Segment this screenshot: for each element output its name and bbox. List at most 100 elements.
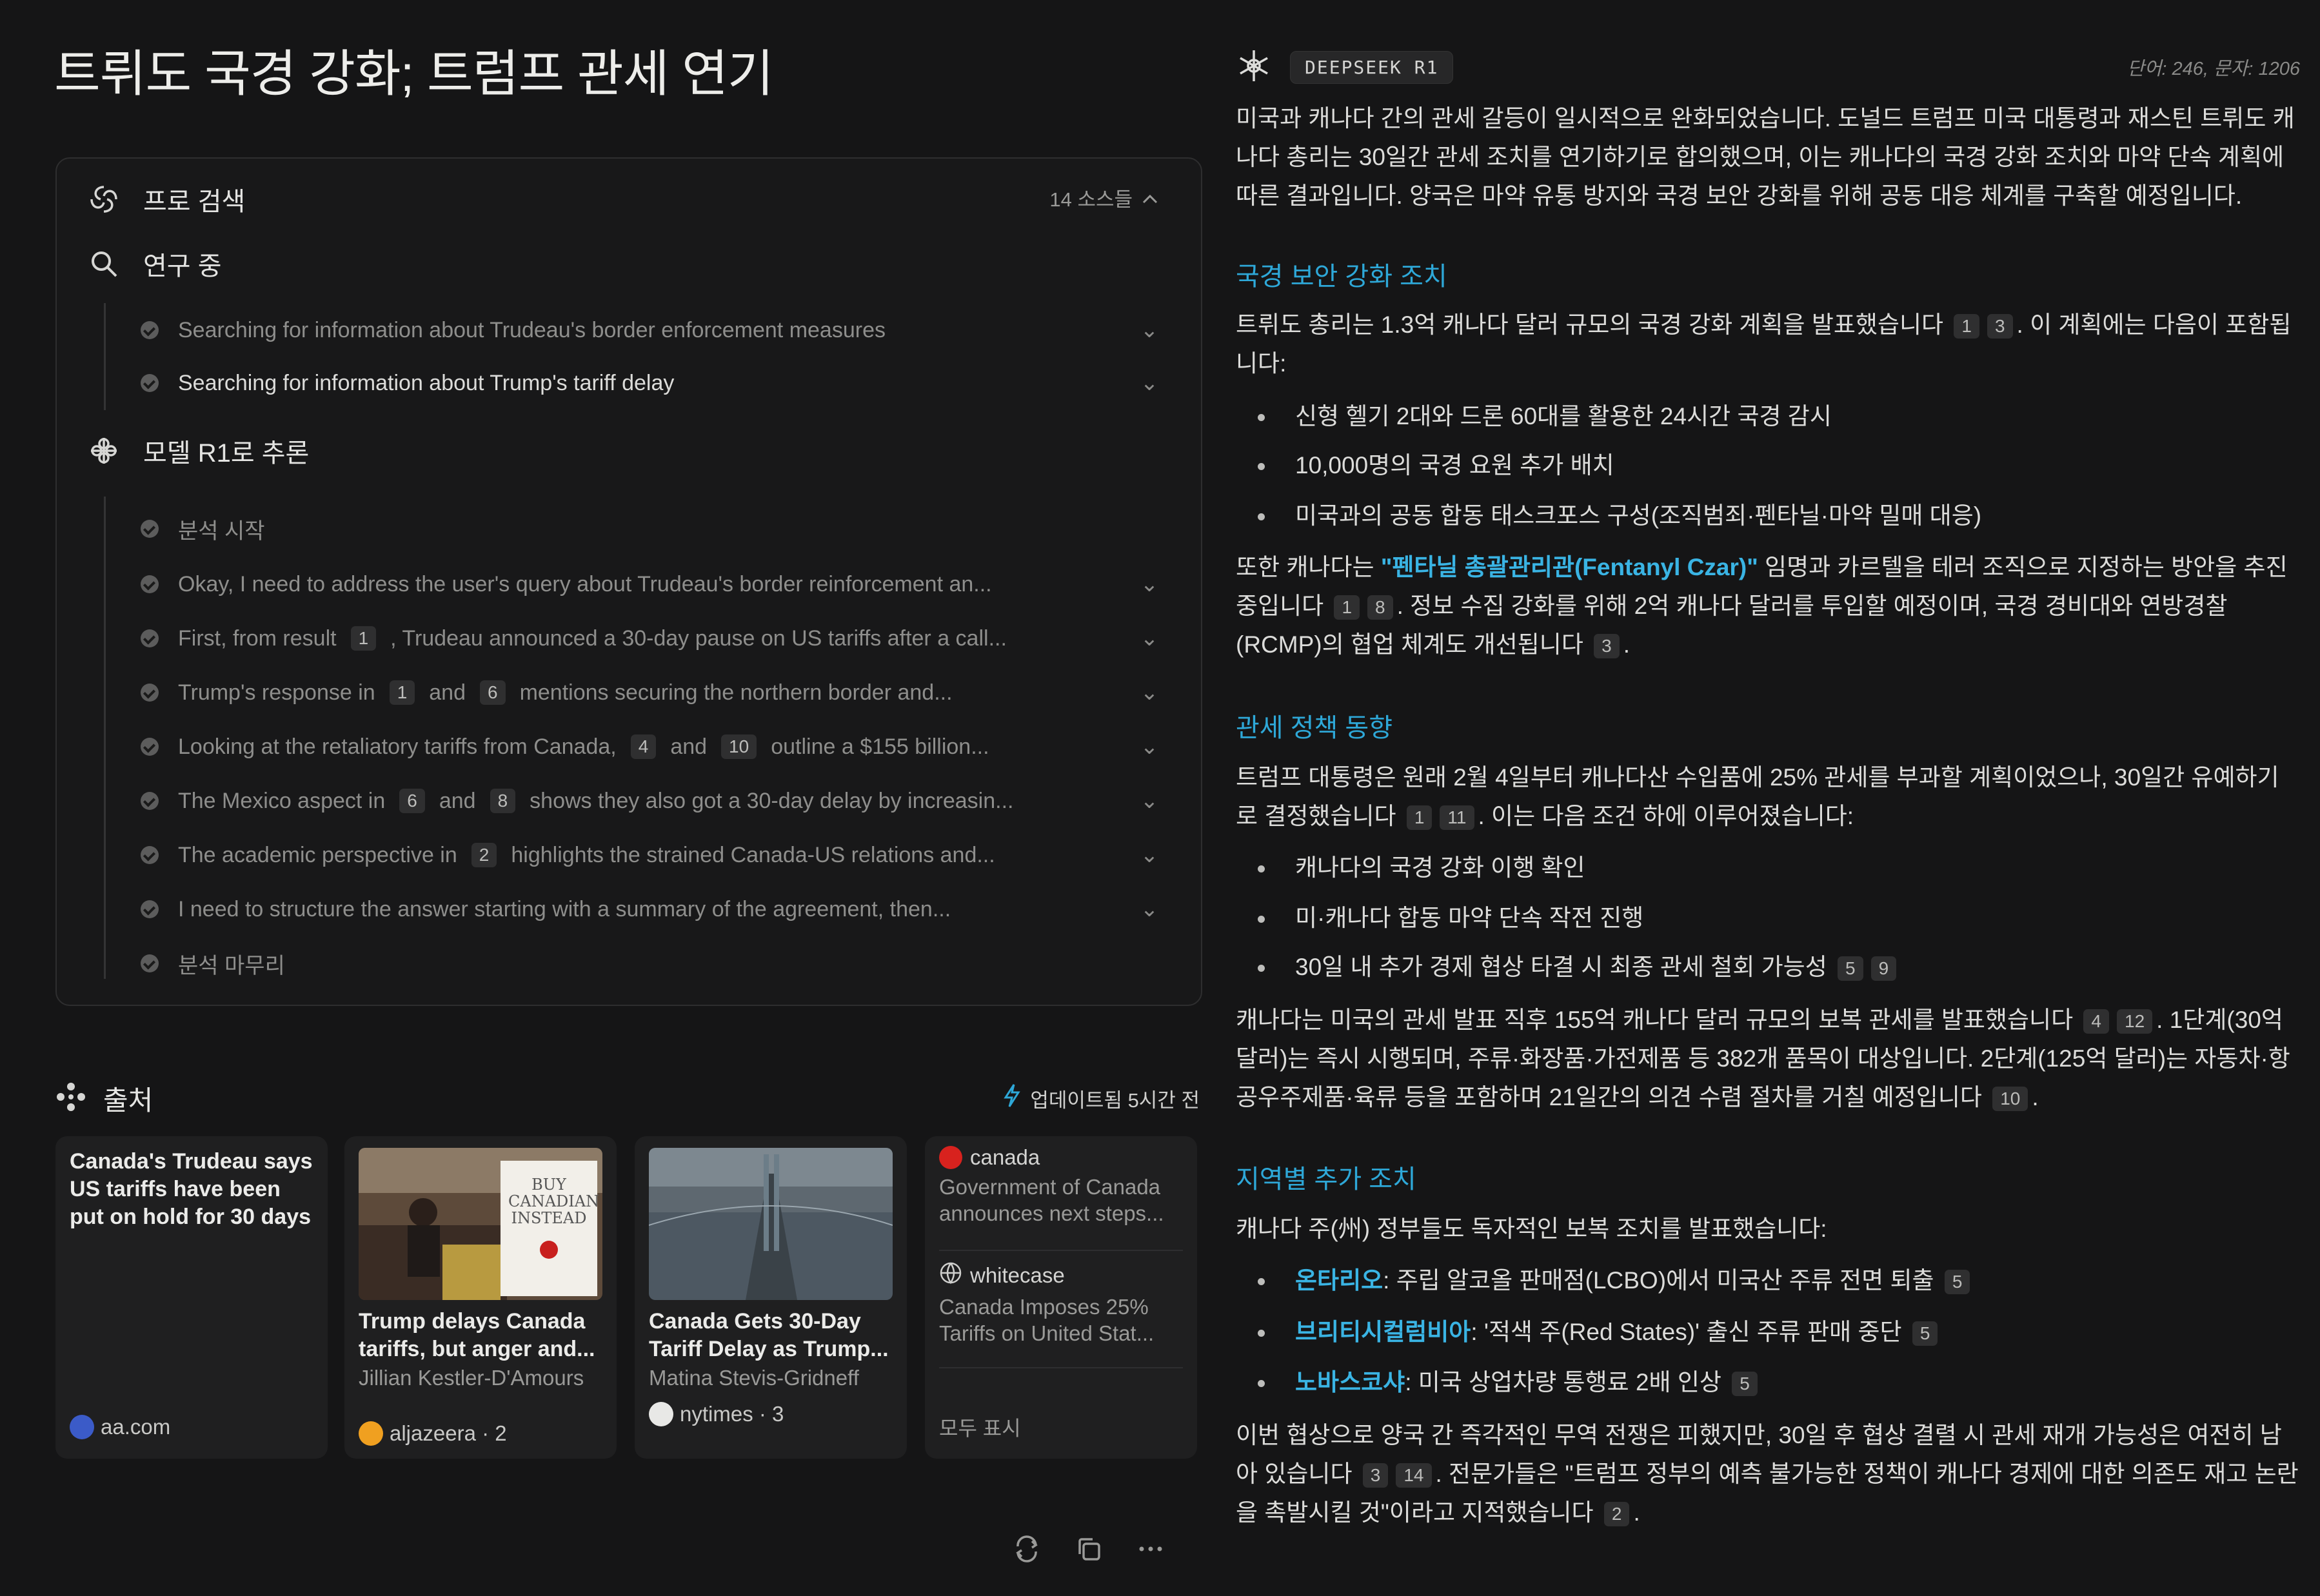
thumbnail-sign-text: BUY CANADIAN INSTEAD [508,1176,600,1227]
reasoning-icon [86,433,121,468]
citation[interactable]: 5 [1732,1372,1758,1397]
region-link[interactable]: 브리티시컬럼비아 [1295,1319,1471,1345]
citation[interactable]: 4 [2083,1009,2109,1034]
citation[interactable]: 3 [1594,634,1620,659]
answer-paragraph: 트럼프 대통령은 원래 2월 4일부터 캐나다산 수입품에 25% 관세를 부과… [1236,764,2279,831]
mini-source[interactable]: canada Government of Canada announces ne… [939,1145,1183,1227]
chevron-down-icon: ⌄ [1140,371,1159,395]
mini-source[interactable]: whitecase Canada Imposes 25% Tariffs on … [939,1261,1183,1346]
section-heading: 지역별 추가 조치 [1236,1165,1416,1194]
answer-paragraph: 캐나다는 미국의 관세 발표 직후 155억 캐나다 달러 규모의 보복 관세를… [1236,1007,2290,1112]
citation[interactable]: 6 [399,789,425,813]
answer-intro: 미국과 캐나다 간의 관세 갈등이 일시적으로 완화되었습니다. 도널드 트럼프… [1236,105,2295,209]
source-card[interactable]: Canada's Trudeau says US tariffs have be… [55,1136,328,1459]
citation[interactable]: 10 [1992,1087,2028,1112]
pro-search-header[interactable]: 프로 검색 [86,181,245,218]
chevron-down-icon: ⌄ [1140,572,1159,596]
model-badge: DEEPSEEK R1 [1290,50,1454,84]
check-icon [141,792,159,810]
word-count: 단어: 246, 문자: 1206 [2127,59,2300,79]
reasoning-step[interactable]: Trump's response in 1 and 6 mentions securin… [141,673,1162,712]
answer-header: DEEPSEEK R1 단어: 246, 문자: 1206 [1236,46,2300,88]
source-count-toggle[interactable]: 14 소스들 [1049,183,1158,212]
citation[interactable]: 5 [1838,956,1863,981]
check-icon [141,575,159,593]
citation[interactable]: 14 [1396,1463,1432,1488]
region-link[interactable]: 온타리오 [1295,1267,1383,1294]
aljazeera-thumbnail: BUY CANADIAN INSTEAD [359,1148,602,1300]
show-all-link[interactable]: 모두 표시 [939,1412,1021,1442]
bullet-item: 브리티시컬럼비아: '적색 주(Red States)' 출신 주류 판매 중단… [1236,1313,2300,1352]
citation[interactable]: 5 [1912,1321,1938,1346]
reasoning-step[interactable]: The academic perspective in 2 highlights t… [141,836,1162,874]
citation[interactable]: 1 [1406,805,1433,831]
citation[interactable]: 8 [1367,595,1393,620]
copy-icon[interactable] [1075,1535,1103,1566]
citation[interactable]: 1 [1334,595,1360,620]
section-heading: 국경 보안 강화 조치 [1236,262,1447,291]
fentanyl-czar-link[interactable]: "펜타닐 총괄관리관(Fentanyl Czar)" [1381,554,1758,580]
reasoning-step[interactable]: The Mexico aspect in 6 and 8 shows they also… [141,782,1162,820]
chevron-down-icon: ⌄ [1140,843,1159,867]
citation[interactable]: 4 [630,734,657,759]
citation[interactable]: 5 [1944,1270,1970,1295]
page-title: 트뤼도 국경 강화; 트럼프 관세 연기 [54,45,774,102]
check-icon [141,846,159,864]
search-panel: 프로 검색 14 소스들 연구 중 Searching for informat… [55,157,1202,1006]
citation[interactable]: 12 [2117,1009,2153,1034]
nytimes-thumbnail [649,1148,893,1300]
chevron-down-icon: ⌄ [1140,318,1159,342]
citation[interactable]: 8 [490,789,516,813]
bullet-item: 캐나다의 국경 강화 이행 확인 [1236,849,2300,887]
source-site: aljazeera · 2 [359,1421,507,1446]
check-icon [141,374,159,392]
pro-search-icon [86,182,121,217]
updated-label: 업데이트됨 5시간 전 [1003,1083,1200,1113]
citation[interactable]: 2 [471,843,497,867]
chevron-down-icon: ⌄ [1140,680,1159,705]
source-site: aa.com [70,1415,170,1439]
citation[interactable]: 1 [1954,314,1979,339]
citation[interactable]: 3 [1362,1463,1389,1488]
nytimes-favicon-icon [649,1402,673,1426]
citation[interactable]: 6 [480,680,506,705]
bullet-item: 신형 헬기 2대와 드론 60대를 활용한 24시간 국경 감시 [1236,397,2300,436]
reasoning-step[interactable]: Looking at the retaliatory tariffs from … [141,727,1162,766]
chevron-up-icon [1142,186,1158,210]
check-icon [141,738,159,756]
citation[interactable]: 1 [389,680,415,705]
chevron-down-icon: ⌄ [1140,626,1159,651]
reasoning-step[interactable]: I need to structure the answer starting … [141,890,1162,929]
region-link[interactable]: 노바스코샤 [1295,1369,1405,1395]
bullet-item: 미국과의 공동 합동 태스크포스 구성(조직범죄·펜타닐·마약 밀매 대응) [1236,497,2300,535]
rewrite-icon[interactable] [1013,1535,1041,1566]
more-icon[interactable] [1136,1535,1165,1566]
research-step[interactable]: Searching for information about Trudeau'… [141,311,1162,350]
reasoning-step[interactable]: Okay, I need to address the user's query… [141,565,1162,604]
reasoning-step[interactable]: First, from result 1, Trudeau announced a… [141,619,1162,658]
source-card[interactable]: BUY CANADIAN INSTEAD Trump delays Canada… [344,1136,617,1459]
citation[interactable]: 9 [1870,956,1897,981]
bullet-item: 30일 내 추가 경제 협상 타결 시 최종 관세 철회 가능성 59 [1236,948,2300,987]
citation[interactable]: 1 [350,626,377,651]
source-list-card[interactable]: canada Government of Canada announces ne… [925,1136,1197,1459]
citation[interactable]: 11 [1440,805,1474,831]
deepseek-logo-icon [1236,48,1272,87]
canada-favicon-icon [939,1146,962,1169]
aljazeera-favicon-icon [359,1421,383,1446]
citation[interactable]: 2 [1603,1502,1630,1527]
aa-favicon-icon [70,1415,94,1439]
citation[interactable]: 3 [1987,314,2013,339]
reasoning-step: 분석 시작 [141,509,1162,548]
citation[interactable]: 10 [721,734,757,759]
answer-paragraph: 캐나다 주(州) 정부들도 독자적인 보복 조치를 발표했습니다: [1236,1216,1827,1242]
research-step[interactable]: Searching for information about Trump's … [141,364,1162,402]
bullet-item: 온타리오: 주립 알코올 판매점(LCBO)에서 미국산 주류 전면 퇴출 5 [1236,1261,2300,1300]
sources-icon [55,1081,86,1116]
source-card[interactable]: Canada Gets 30-Day Tariff Delay as Trump… [635,1136,907,1459]
answer-paragraph: 이번 협상으로 양국 간 즉각적인 무역 전쟁은 피했지만, 30일 후 협상 … [1236,1422,2299,1527]
bullet-item: 미·캐나다 합동 마약 단속 작전 진행 [1236,899,2300,938]
research-header: 연구 중 [86,245,222,282]
answer-paragraph: 트뤼도 총리는 1.3억 캐나다 달러 규모의 국경 강화 계획을 발표했습니다… [1236,311,2292,377]
chevron-down-icon: ⌄ [1140,789,1159,813]
